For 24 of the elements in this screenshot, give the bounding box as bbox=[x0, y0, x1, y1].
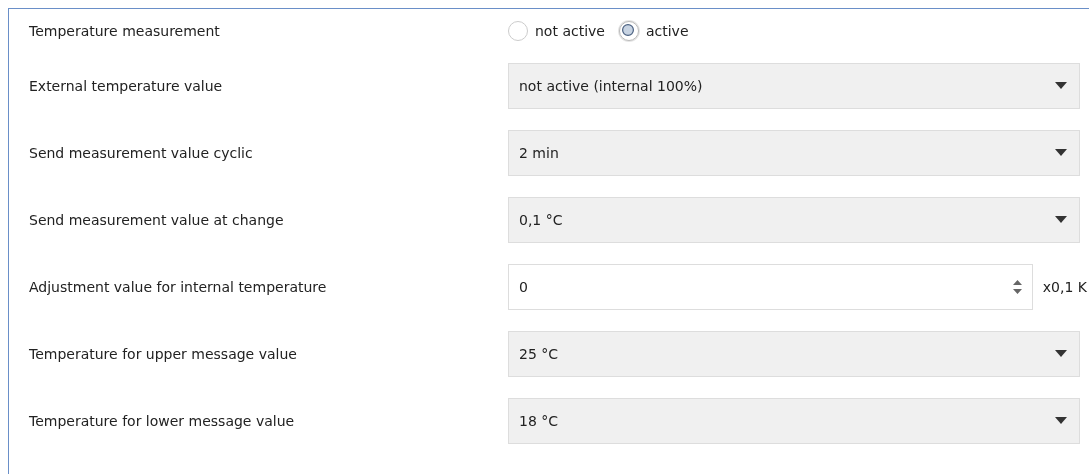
caret-icon bbox=[1055, 149, 1067, 156]
dropdown[interactable]: 0,1 °C bbox=[508, 196, 1080, 243]
caret-icon bbox=[1055, 82, 1067, 89]
caret-icon bbox=[1055, 350, 1067, 357]
dropdown[interactable]: 25 °C bbox=[508, 330, 1080, 377]
caret-icon bbox=[1055, 417, 1067, 424]
radio-option[interactable]: active bbox=[618, 21, 689, 41]
number-field[interactable]: 0 bbox=[508, 263, 1033, 310]
parameter-label: Temperature for upper message value bbox=[28, 345, 298, 362]
parameter-label: Adjustment value for internal temperature bbox=[28, 278, 328, 295]
parameter-label: External temperature value bbox=[28, 77, 224, 94]
radio-button[interactable] bbox=[508, 21, 528, 41]
dropdown[interactable]: 18 °C bbox=[508, 397, 1080, 444]
parameter-label: Send measurement value cyclic bbox=[28, 144, 254, 161]
dropdown[interactable]: 2 min bbox=[508, 129, 1080, 176]
unit-label: x0,1 K bbox=[1042, 278, 1088, 295]
parameter-label: Send measurement value at change bbox=[28, 211, 285, 228]
spin-arrows-icon[interactable] bbox=[1012, 278, 1022, 295]
parameter-label: Temperature for lower message value bbox=[28, 412, 296, 429]
dropdown[interactable]: not active (internal 100%) bbox=[508, 62, 1080, 109]
radio-option[interactable]: not active bbox=[508, 21, 605, 41]
caret-icon bbox=[1055, 216, 1067, 223]
radio-button[interactable] bbox=[618, 21, 639, 41]
parameter-label: Temperature measurement bbox=[28, 23, 221, 39]
